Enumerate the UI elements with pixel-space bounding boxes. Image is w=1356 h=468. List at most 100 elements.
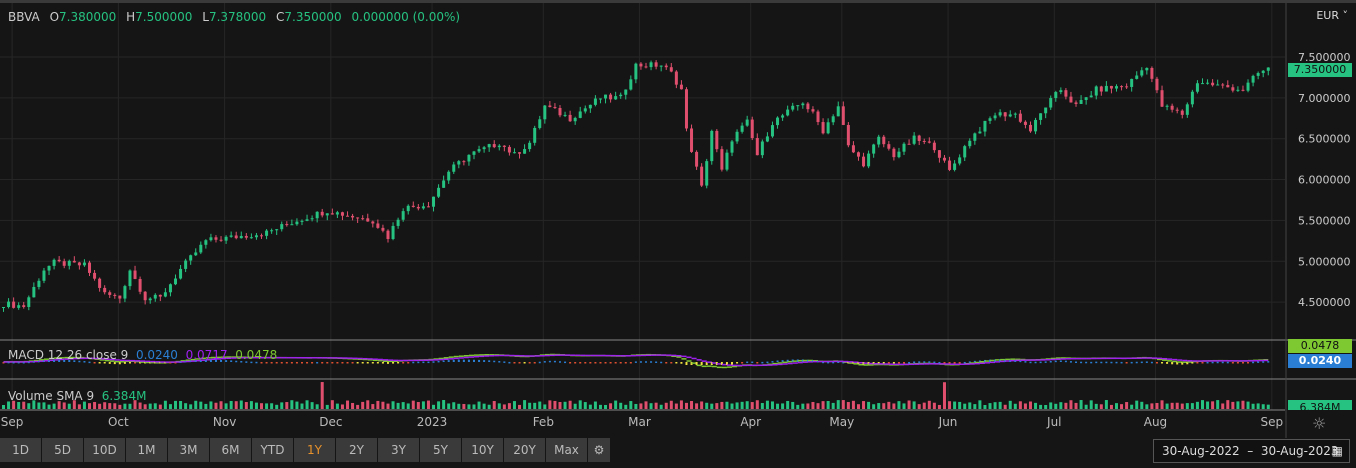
macd-histogram-bar — [407, 362, 410, 364]
range-button-max[interactable]: Max — [546, 438, 587, 462]
macd-histogram-bar — [321, 362, 324, 364]
macd-histogram-bar — [1069, 361, 1072, 363]
macd-histogram-bar — [503, 361, 506, 363]
price-chart[interactable]: 7.500000 7.000000 6.500000 6.000000 5.500000… — [0, 0, 1356, 438]
date-range-picker[interactable]: 30-Aug-2022 – 30-Aug-2023 ▦ — [1153, 439, 1350, 463]
candle — [588, 104, 592, 109]
candle — [942, 157, 946, 161]
candle — [138, 278, 142, 292]
candle — [619, 94, 623, 97]
candle — [1135, 75, 1139, 79]
macd-histogram-bar — [457, 359, 460, 362]
macd-histogram-bar — [397, 362, 400, 364]
candle — [1125, 86, 1129, 88]
candle — [1094, 86, 1098, 96]
volume-bar — [47, 404, 51, 409]
candle — [1049, 98, 1053, 108]
volume-bar — [472, 404, 476, 409]
macd-histogram-bar — [1064, 360, 1067, 363]
y-tick-label: 6.500000 — [1298, 133, 1351, 146]
candle — [1064, 90, 1068, 97]
macd-histogram-bar — [897, 362, 900, 364]
candle — [1211, 82, 1215, 86]
range-button-2y[interactable]: 2Y — [336, 438, 377, 462]
candle — [351, 215, 355, 218]
macd-histogram-bar — [766, 361, 769, 364]
macd-histogram-bar — [574, 362, 577, 364]
macd-histogram-bar — [918, 361, 921, 363]
volume-bar — [1221, 403, 1225, 409]
volume-bar — [856, 404, 860, 409]
macd-histogram-bar — [665, 362, 668, 364]
candle — [153, 294, 157, 299]
volume-bar — [1008, 400, 1012, 409]
range-button-1m[interactable]: 1M — [126, 438, 167, 462]
x-tick-label: Sep — [1260, 415, 1284, 429]
volume-bar — [993, 402, 997, 409]
candle — [249, 237, 253, 239]
range-button-5d[interactable]: 5D — [42, 438, 83, 462]
settings-sun-icon[interactable]: ☼ — [1312, 414, 1326, 433]
candle — [52, 259, 56, 266]
candle — [1079, 99, 1083, 104]
range-button-10y[interactable]: 10Y — [462, 438, 503, 462]
macd-histogram-bar — [538, 361, 541, 364]
volume-bar — [396, 402, 400, 409]
macd-histogram-bar — [761, 361, 764, 364]
volume-bar — [796, 404, 800, 409]
candle — [867, 153, 871, 167]
range-button-1y[interactable]: 1Y — [294, 438, 335, 462]
range-button-3m[interactable]: 3M — [168, 438, 209, 462]
volume-bar — [867, 401, 871, 409]
macd-histogram-bar — [488, 360, 491, 362]
volume-bar — [103, 402, 107, 409]
volume-bar — [533, 402, 537, 409]
candle — [300, 220, 304, 222]
volume-bar — [153, 403, 157, 409]
volume-bar — [1226, 400, 1230, 409]
volume-bar — [285, 402, 289, 409]
volume-bar — [1175, 402, 1179, 409]
candle — [437, 187, 441, 197]
macd-histogram-bar — [341, 362, 344, 364]
candle — [442, 180, 446, 188]
range-button-5y[interactable]: 5Y — [420, 438, 461, 462]
candle — [1216, 84, 1220, 86]
range-button-10d[interactable]: 10D — [84, 438, 125, 462]
macd-histogram-bar — [645, 361, 647, 363]
currency-dropdown[interactable]: EUR ˅ — [1316, 9, 1348, 22]
candle — [168, 284, 172, 293]
volume-bar — [882, 403, 886, 409]
volume-bar — [932, 402, 936, 409]
volume-bar — [391, 401, 395, 409]
volume-bar — [816, 403, 820, 409]
candle — [1104, 85, 1108, 92]
candle — [447, 171, 451, 181]
volume-bar — [1054, 403, 1058, 409]
volume-bar — [477, 401, 481, 409]
range-button-6m[interactable]: 6M — [210, 438, 251, 462]
candle — [1226, 85, 1230, 88]
range-button-ytd[interactable]: YTD — [252, 438, 293, 462]
macd-histogram-bar — [1206, 361, 1209, 364]
range-button-20y[interactable]: 20Y — [504, 438, 545, 462]
volume-bar — [523, 400, 527, 409]
volume-bar — [725, 401, 729, 409]
volume-bar — [619, 402, 623, 409]
range-button-3y[interactable]: 3Y — [378, 438, 419, 462]
macd-histogram-bar — [1161, 362, 1164, 364]
volume-bar — [679, 400, 683, 409]
volume-bar — [224, 403, 228, 409]
volume-bar — [705, 402, 709, 409]
volume-bar — [1074, 402, 1078, 409]
macd-histogram-bar — [731, 362, 734, 365]
range-button-1d[interactable]: 1D — [0, 438, 41, 462]
gear-icon[interactable]: ⚙ — [588, 438, 610, 462]
macd-histogram-bar — [958, 362, 961, 364]
volume-bar — [953, 401, 957, 409]
macd-histogram-bar — [422, 361, 425, 364]
volume-bar — [700, 401, 704, 409]
volume-bar — [1064, 402, 1068, 409]
macd-histogram-bar — [356, 362, 359, 364]
macd-histogram-bar — [366, 362, 369, 364]
